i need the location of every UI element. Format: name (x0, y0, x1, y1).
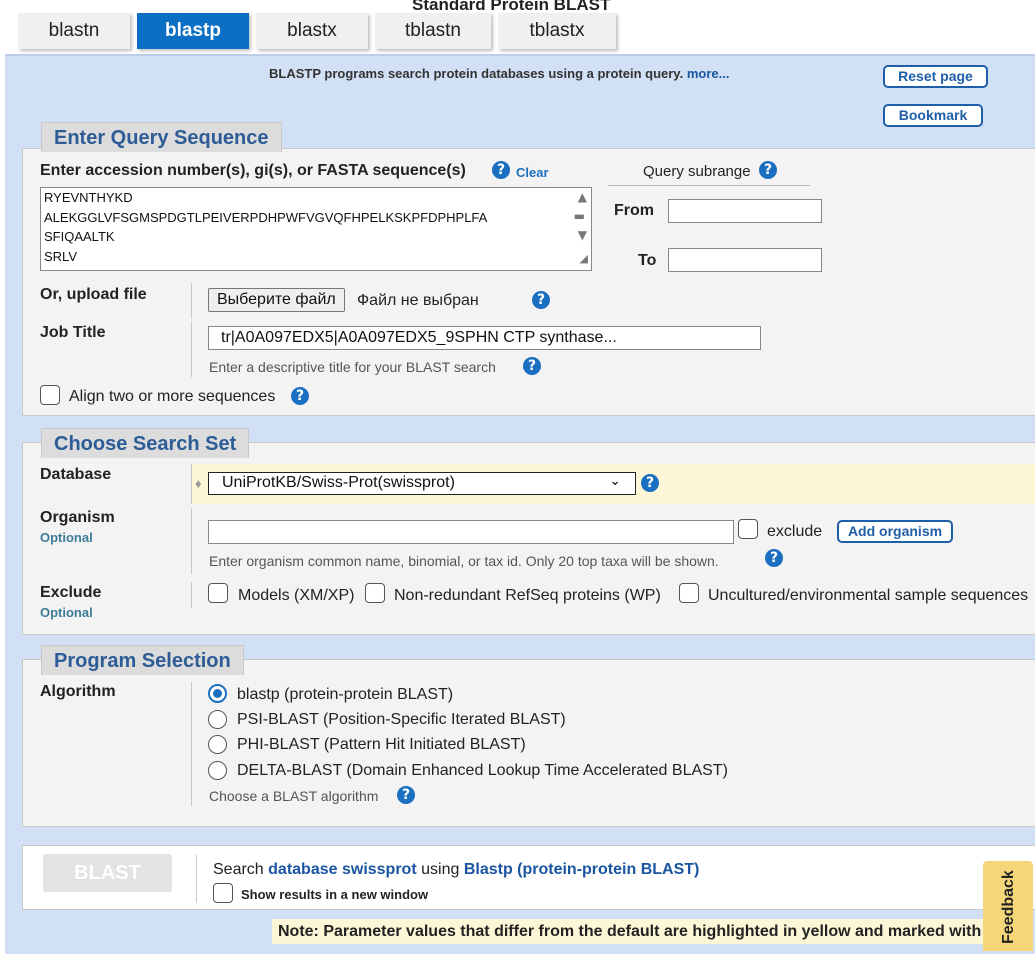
algorithm-option-phiblast: PHI-BLAST (Pattern Hit Initiated BLAST) (237, 736, 526, 753)
exclude-organism-label: exclude (767, 523, 823, 540)
from-input[interactable] (668, 199, 822, 223)
organism-hint: Enter organism common name, binomial, or… (209, 553, 719, 569)
parameter-note: Note: Parameter values that differ from … (272, 919, 992, 944)
query-sequence-textarea[interactable]: RYEVNTHYKD ALEKGGLVFSGMSPDGTLPEIVERPDHPW… (40, 187, 592, 271)
algorithm-label: Algorithm (40, 683, 116, 700)
query-input-label: Enter accession number(s), gi(s), or FAS… (40, 162, 466, 179)
algorithm-option-deltablast: DELTA-BLAST (Domain Enhanced Lookup Time… (237, 762, 728, 779)
divider (196, 855, 197, 903)
align-sequences-checkbox[interactable] (40, 385, 60, 405)
organism-optional: Optional (40, 530, 93, 545)
query-line: SRLV (44, 248, 77, 264)
exclude-optional: Optional (40, 605, 93, 620)
tab-blastx[interactable]: blastx (256, 13, 368, 49)
job-title-hint: Enter a descriptive title for your BLAST… (209, 359, 496, 375)
align-help-icon[interactable]: ? (291, 387, 309, 405)
organism-label: Organism (40, 509, 115, 526)
search-algorithm: Blastp (protein-protein BLAST) (463, 861, 700, 878)
organism-help-icon[interactable]: ? (765, 549, 783, 567)
algorithm-radio-phiblast[interactable] (208, 735, 227, 754)
exclude-models-label: Models (XM/XP) (238, 587, 355, 604)
exclude-models-checkbox[interactable] (208, 583, 228, 603)
scroll-thumb-icon[interactable]: ▬ (574, 209, 585, 223)
divider (191, 682, 192, 806)
database-select[interactable]: UniProtKB/Swiss-Prot(swissprot) ⌄ (208, 472, 636, 495)
query-line: RYEVNTHYKD (44, 190, 133, 205)
from-label: From (614, 202, 654, 219)
feedback-tab[interactable]: Feedback (983, 861, 1033, 951)
chevron-down-icon: ⌄ (609, 473, 621, 489)
search-prefix: Search (213, 861, 264, 878)
exclude-refseq-label: Non-redundant RefSeq proteins (WP) (394, 587, 661, 604)
exclude-label: Exclude (40, 584, 102, 601)
algorithm-option-psiblast: PSI-BLAST (Position-Specific Iterated BL… (237, 711, 566, 728)
scroll-up-icon[interactable]: ▲ (578, 190, 587, 204)
exclude-uncultured-label: Uncultured/environmental sample sequence… (708, 587, 1029, 604)
feedback-label: Feedback (1000, 870, 1017, 944)
organism-input[interactable] (208, 520, 734, 544)
algorithm-radio-psiblast[interactable] (208, 710, 227, 729)
divider (191, 582, 192, 608)
add-organism-button[interactable]: Add organism (837, 520, 953, 543)
algorithm-help-icon[interactable]: ? (397, 786, 415, 804)
subrange-divider (608, 185, 810, 186)
to-input[interactable] (668, 248, 822, 272)
tab-tblastn[interactable]: tblastn (375, 13, 491, 49)
divider (191, 283, 192, 319)
tab-tblastx[interactable]: tblastx (498, 13, 616, 49)
bookmark-button[interactable]: Bookmark (883, 104, 983, 127)
exclude-organism-checkbox[interactable] (738, 519, 758, 539)
query-line: ALEKGGLVFSGMSPDGTLPEIVERPDHPWFVGVQFHPELK… (44, 209, 488, 225)
query-line: SFIQAALTK (44, 229, 115, 244)
intro-description: BLASTP programs search protein databases… (269, 66, 684, 81)
subrange-title: Query subrange (643, 163, 751, 180)
search-mid: using (421, 861, 460, 878)
more-link[interactable]: more... (687, 66, 730, 81)
scroll-down-icon[interactable]: ▼ (578, 228, 587, 242)
blast-submit-button[interactable]: BLAST (43, 854, 172, 892)
database-selected-value: UniProtKB/Swiss-Prot(swissprot) (222, 474, 455, 491)
program-legend: Program Selection (41, 645, 244, 675)
job-title-help-icon[interactable]: ? (523, 357, 541, 375)
program-panel (22, 659, 1035, 827)
database-help-icon[interactable]: ? (641, 474, 659, 492)
exclude-uncultured-checkbox[interactable] (679, 583, 699, 603)
query-help-icon[interactable]: ? (492, 161, 510, 179)
algorithm-radio-blastp[interactable] (208, 684, 227, 703)
job-title-label: Job Title (40, 324, 106, 341)
tab-blastp[interactable]: blastp (137, 13, 249, 49)
search-summary: Search database swissprot using Blastp (… (213, 861, 699, 879)
search-set-legend: Choose Search Set (41, 428, 250, 458)
new-window-label: Show results in a new window (241, 887, 429, 902)
align-sequences-label: Align two or more sequences (69, 388, 276, 405)
upload-label: Or, upload file (40, 286, 147, 303)
query-section-legend: Enter Query Sequence (41, 122, 282, 152)
job-title-input[interactable]: tr|A0A097EDX5|A0A097EDX5_9SPHN CTP synth… (208, 326, 761, 350)
tab-blastn[interactable]: blastn (18, 13, 130, 49)
subrange-help-icon[interactable]: ? (759, 161, 777, 179)
exclude-refseq-checkbox[interactable] (365, 583, 385, 603)
algorithm-option-blastp: blastp (protein-protein BLAST) (237, 686, 454, 703)
new-window-checkbox[interactable] (213, 883, 233, 903)
choose-file-button[interactable]: Выберите файл (208, 288, 345, 312)
database-label: Database (40, 466, 112, 483)
reset-page-button[interactable]: Reset page (883, 65, 988, 88)
intro-text: BLASTP programs search protein databases… (269, 66, 729, 81)
clear-link[interactable]: Clear (516, 165, 549, 180)
upload-help-icon[interactable]: ? (532, 291, 550, 309)
resize-handle-icon[interactable]: ◢ (580, 252, 588, 265)
divider (191, 464, 192, 504)
divider (191, 508, 192, 574)
upload-status: Файл не выбран (357, 292, 479, 309)
algorithm-hint: Choose a BLAST algorithm (209, 788, 379, 804)
algorithm-radio-deltablast[interactable] (208, 761, 227, 780)
changed-marker-icon: ♦ (195, 476, 202, 491)
to-label: To (638, 252, 657, 269)
divider (191, 321, 192, 377)
search-database: database swissprot (268, 861, 417, 878)
